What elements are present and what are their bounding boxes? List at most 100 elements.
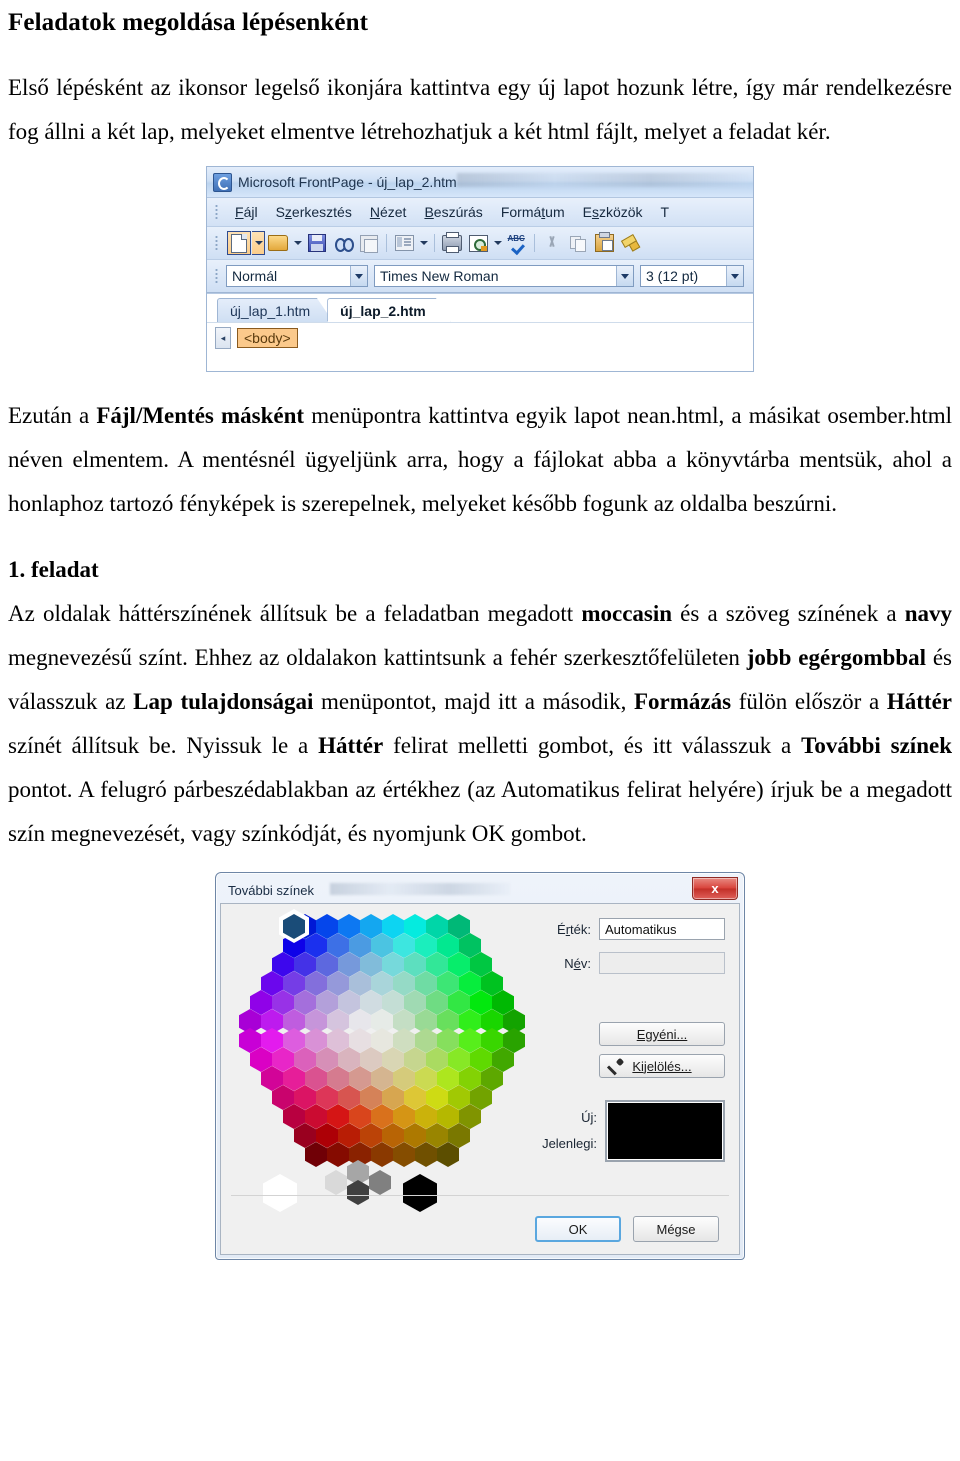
p3-bold-more-colors: További színek [801, 733, 952, 758]
paragraph-save-as: Ezután a Fájl/Mentés másként menüpontra … [8, 394, 952, 526]
dialog-titlebar-blur-artifact [330, 883, 510, 895]
p3-bold-page-properties: Lap tulajdonságai [133, 689, 314, 714]
font-combobox[interactable]: Times New Roman [374, 265, 634, 287]
more-colors-dialog: További színek x Érték: Automatikus Név: [215, 872, 745, 1260]
copy-icon[interactable] [566, 231, 590, 255]
frontpage-titlebar: Microsoft FrontPage - új_lap_2.htm [207, 167, 753, 198]
frontpage-menubar: Fájl Szerkesztés Nézet Beszúrás Formátum… [207, 198, 753, 227]
document-page: Feladatok megoldása lépésenként Első lép… [0, 8, 960, 1461]
cancel-button[interactable]: Mégse [633, 1216, 719, 1242]
save-icon[interactable] [305, 231, 329, 255]
menu-item-beszuras[interactable]: Beszúrás [415, 202, 491, 222]
chevron-down-icon[interactable] [616, 266, 633, 286]
cut-icon[interactable] [540, 231, 564, 255]
menu-item-formatum[interactable]: Formátum [492, 202, 574, 222]
print-preview-dropdown-icon[interactable] [491, 231, 504, 255]
formatbar-gripper[interactable] [215, 268, 218, 284]
dialog-title: További színek [228, 882, 314, 898]
p3-bold-background-1: Háttér [886, 689, 952, 714]
task-panel-icon[interactable] [392, 231, 416, 255]
font-combobox-value: Times New Roman [380, 268, 499, 284]
tab-uj-lap-1[interactable]: új_lap_1.htm [217, 298, 334, 322]
value-input[interactable]: Automatikus [599, 918, 725, 940]
frontpage-tag-bar: ◂ <body> [207, 322, 753, 353]
tag-body-element[interactable]: <body> [237, 328, 298, 348]
print-icon[interactable] [440, 231, 464, 255]
style-combobox-value: Normál [232, 268, 278, 284]
name-field-label: Név: [564, 955, 591, 971]
pages-icon[interactable] [357, 231, 381, 255]
eyedropper-icon [608, 1059, 624, 1075]
pick-color-button[interactable]: Kijelölés... [599, 1054, 725, 1078]
p3-part-i: menüpontot, majd itt a második, [313, 689, 634, 714]
p3-bold-background-2: Háttér [318, 733, 384, 758]
value-field-row: Érték: Automatikus [535, 918, 725, 940]
find-icon[interactable] [331, 231, 355, 255]
tab-uj-lap-2[interactable]: új_lap_2.htm [327, 298, 451, 322]
toolbar-gripper[interactable] [215, 235, 218, 251]
paragraph-intro: Első lépésként az ikonsor legelső ikonjá… [8, 75, 952, 144]
ok-button[interactable]: OK [535, 1216, 621, 1242]
current-color-label: Jelenlegi: [542, 1136, 597, 1151]
p2-bold-menu: Fájl/Mentés másként [96, 403, 305, 428]
new-document-dropdown-icon[interactable] [252, 231, 265, 255]
custom-color-button-label: Egyéni... [636, 1026, 688, 1042]
value-field-label: Érték: [557, 921, 591, 937]
p3-part-m: színét állítsuk be. Nyissuk le a [8, 733, 319, 758]
task-panel-dropdown-icon[interactable] [417, 231, 430, 255]
menu-item-nezet[interactable]: Nézet [361, 202, 416, 222]
fontsize-combobox-value: 3 (12 pt) [646, 268, 699, 284]
new-color-label: Új: [581, 1110, 597, 1125]
p3-part-o: felirat melletti gombot, és itt válasszu… [383, 733, 802, 758]
paragraph-task-1: Az oldalak háttérszínének állítsuk be a … [8, 592, 952, 856]
p3-part-c: és a szöveg színének a [672, 601, 905, 626]
chevron-down-icon[interactable] [726, 266, 743, 286]
p3-bold-moccasin: moccasin [581, 601, 673, 626]
name-input[interactable] [599, 952, 725, 974]
frontpage-format-toolbar: Normál Times New Roman 3 (12 pt) [207, 260, 753, 293]
chevron-down-icon[interactable] [350, 266, 367, 286]
panel-spacer [535, 986, 725, 1022]
menubar-gripper[interactable] [215, 204, 218, 220]
style-combobox[interactable]: Normál [226, 265, 368, 287]
custom-color-button[interactable]: Egyéni... [599, 1022, 725, 1046]
close-icon[interactable]: x [692, 877, 738, 900]
menu-item-szerkesztes[interactable]: Szerkesztés [267, 202, 361, 222]
print-preview-icon[interactable] [466, 231, 490, 255]
dialog-titlebar: További színek x [220, 877, 740, 903]
frontpage-page-tabs: új_lap_1.htm új_lap_2.htm [207, 293, 753, 322]
color-hexagon-palette[interactable] [239, 909, 539, 1212]
menu-item-eszkozok[interactable]: Eszközök [574, 202, 652, 222]
p3-bold-right-click: jobb egérgombbal [746, 645, 927, 670]
tagbar-scroll-left-icon[interactable]: ◂ [215, 327, 231, 349]
spelling-icon[interactable] [505, 231, 529, 255]
dialog-body: Érték: Automatikus Név: Egyéni... Kijelö… [220, 903, 740, 1255]
toolbar-separator [534, 234, 535, 252]
new-document-icon[interactable] [227, 231, 251, 255]
toolbar-separator [386, 234, 387, 252]
color-preview-row: Új: Jelenlegi: [535, 1100, 725, 1162]
titlebar-blur-artifact [457, 173, 749, 187]
format-painter-icon[interactable] [618, 231, 642, 255]
p3-part-q: pontot. A felugró párbeszédablakban az é… [8, 777, 952, 846]
menu-item-tablazat-truncated[interactable]: T [652, 202, 679, 222]
task-heading: 1. feladat [8, 557, 99, 582]
p2-part-a: Ezután a [8, 403, 97, 428]
dialog-right-panel: Érték: Automatikus Név: Egyéni... Kijelö… [535, 918, 725, 1162]
gray-color-swatch[interactable] [369, 1170, 391, 1195]
pick-color-button-label: Kijelölés... [632, 1058, 692, 1074]
paste-icon[interactable] [592, 231, 616, 255]
open-icon[interactable] [266, 231, 290, 255]
toolbar-separator [434, 234, 435, 252]
fontsize-combobox[interactable]: 3 (12 pt) [640, 265, 744, 287]
frontpage-editor-canvas[interactable] [207, 353, 753, 371]
p3-bold-formatting: Formázás [633, 689, 732, 714]
preview-labels: Új: Jelenlegi: [535, 1105, 597, 1157]
p3-part-a: Az oldalak háttérszínének állítsuk be a … [8, 601, 582, 626]
open-dropdown-icon[interactable] [291, 231, 304, 255]
frontpage-screenshot: Microsoft FrontPage - új_lap_2.htm Fájl … [206, 166, 754, 372]
menu-item-fajl[interactable]: Fájl [226, 202, 267, 222]
gray-color-swatch[interactable] [325, 1170, 347, 1195]
